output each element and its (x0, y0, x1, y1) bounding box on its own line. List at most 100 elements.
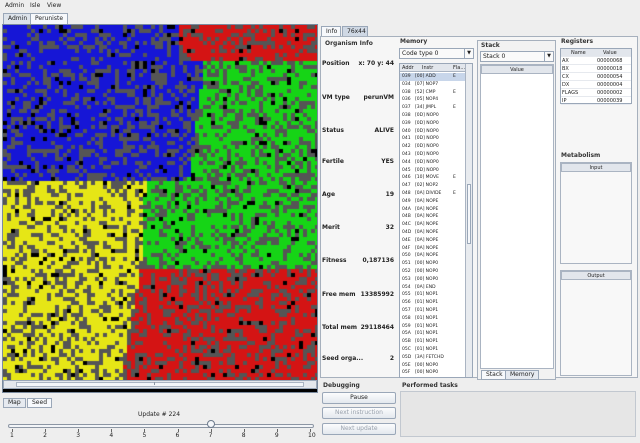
performed-tasks-title: Performed tasks (402, 382, 458, 389)
col-addr: Addr (402, 65, 414, 71)
memory-instr-cell: [01] NOP1 (415, 292, 439, 298)
code-type-value: Code type 0 (402, 50, 439, 57)
memory-row[interactable]: 054 [0A] END (400, 284, 466, 292)
tab-organism-coords[interactable]: 76x44 (342, 26, 368, 36)
memory-row[interactable]: 05A [01] NOP1 (400, 330, 466, 338)
register-row[interactable]: IP 00000039 (561, 97, 631, 105)
memory-addr-cell: 057 (402, 308, 411, 313)
next-update-button[interactable]: Next update (322, 423, 396, 435)
menu-admin[interactable]: Admin (5, 2, 24, 9)
memory-addr-cell: 041 (402, 136, 411, 142)
stack-select[interactable]: Stack 0 ▼ (480, 51, 554, 62)
memory-row[interactable]: 04A [0A] NOPE (400, 206, 466, 214)
memory-row[interactable]: 053 [00] NOP0 (400, 276, 466, 284)
memory-addr-cell: 059 (402, 323, 411, 329)
tab-info[interactable]: Info (321, 26, 341, 36)
memory-row[interactable]: 039 [0D] NOP0 (400, 120, 466, 128)
memory-instr-cell: [00] NOP0 (415, 362, 439, 368)
memory-row[interactable]: 058 [01] NOP1 (400, 315, 466, 323)
memory-row[interactable]: 05F [00] NOP0 (400, 369, 466, 377)
registers-table[interactable]: Name Value AX 00000068 BX 00000018 CX 0000005… (560, 48, 632, 105)
slider-tick-label: 1 (10, 432, 14, 439)
memory-row[interactable]: 036 [05] NOP4 (400, 96, 466, 104)
memory-row[interactable]: 047 [02] NOP2 (400, 182, 466, 190)
memory-row[interactable]: 056 [01] NOP1 (400, 299, 466, 307)
register-value-cell: 00000018 (597, 66, 623, 72)
pause-button[interactable]: Pause (322, 392, 396, 404)
register-row[interactable]: BX 00000018 (561, 65, 631, 73)
organism-info-title: Organism Info (325, 40, 373, 47)
memory-instr-cell: [01] NOP1 (415, 315, 439, 321)
tab-admin[interactable]: Admin (3, 13, 33, 24)
memory-row[interactable]: 049 [0A] NOPE (400, 198, 466, 206)
memory-addr-cell: 055 (402, 292, 411, 298)
memory-row[interactable]: 04E [0A] NOPE (400, 237, 466, 245)
memory-addr-cell: 05D (402, 354, 412, 360)
memory-row[interactable]: 042 [0D] NOP0 (400, 143, 466, 151)
memory-row[interactable]: 043 [0D] NOP0 (400, 151, 466, 159)
memory-row[interactable]: 038 [0D] NOP0 (400, 112, 466, 120)
memory-row[interactable]: 04D [0A] NOPE (400, 229, 466, 237)
stack-table[interactable]: Value (480, 64, 554, 369)
code-type-select[interactable]: Code type 0 ▼ (399, 48, 474, 59)
memory-row[interactable]: 040 [0D] NOP0 (400, 128, 466, 136)
world-horizontal-scrollbar[interactable] (3, 380, 317, 389)
menu-view[interactable]: View (47, 2, 61, 9)
scrollbar-thumb[interactable] (16, 382, 304, 387)
col-instr: Instr (422, 65, 434, 71)
organism-field-value: YES (381, 158, 394, 165)
memory-row[interactable]: 04B [0A] NOPE (400, 213, 466, 221)
organism-field-value: 19 (385, 191, 394, 198)
memory-row[interactable]: 050 [0A] NOPE (400, 252, 466, 260)
world-map-view[interactable] (2, 24, 318, 393)
scrollbar-thumb[interactable] (467, 184, 471, 244)
memory-row[interactable]: 04C [0A] NOPE (400, 221, 466, 229)
memory-row[interactable]: 04F [0A] NOPE (400, 245, 466, 253)
memory-instr-cell: [00] ADD (415, 74, 436, 79)
memory-row[interactable]: 038 [52] CMP E (400, 89, 466, 97)
memory-row[interactable]: 046 [10] MOVE E (400, 174, 466, 182)
memory-row[interactable]: 039 [00] ADD E (400, 73, 466, 81)
world-map-canvas[interactable] (3, 25, 317, 380)
stack-select-value: Stack 0 (483, 53, 506, 60)
memory-row[interactable]: 041 [0D] NOP0 (400, 135, 466, 143)
memory-row[interactable]: 05E [00] NOP0 (400, 362, 466, 370)
memory-row[interactable]: 052 [00] NOP0 (400, 268, 466, 276)
register-row[interactable]: AX 00000068 (561, 57, 631, 65)
organism-field-value: 32 (385, 224, 394, 231)
memory-row[interactable]: 045 [0D] NOP0 (400, 167, 466, 175)
memory-vertical-scrollbar[interactable] (465, 64, 472, 377)
memory-row[interactable]: 034 [07] NOP7 (400, 81, 466, 89)
menu-isle[interactable]: Isle (30, 2, 40, 9)
tab-map[interactable]: Map (3, 398, 26, 408)
memory-row[interactable]: 055 [01] NOP1 (400, 291, 466, 299)
memory-addr-cell: 05B (402, 339, 411, 345)
memory-addr-cell: 045 (402, 167, 411, 173)
memory-row[interactable]: 048 [0A] DIVIDE E (400, 190, 466, 198)
speed-slider-track[interactable] (8, 424, 314, 428)
chevron-down-icon: ▼ (464, 49, 473, 58)
slider-tick-label: 10 (308, 432, 316, 439)
memory-row[interactable]: 037 [34] JMPL E (400, 104, 466, 112)
memory-instr-cell: [0A] NOPE (415, 253, 439, 259)
register-row[interactable]: FLAGS 00000002 (561, 89, 631, 97)
tab-stack[interactable]: Stack (481, 370, 508, 380)
next-instruction-button[interactable]: Next instruction (322, 407, 396, 419)
tab-peruniste[interactable]: Peruniste (30, 13, 69, 24)
memory-row[interactable]: 05B [01] NOP1 (400, 338, 466, 346)
col-value: Value (603, 50, 617, 56)
speed-slider-knob[interactable] (206, 420, 215, 428)
memory-row[interactable]: 044 [0D] NOP0 (400, 159, 466, 167)
memory-table[interactable]: Addr Instr Fla... 039 [00] ADD E 034 [07] NO… (399, 63, 473, 378)
tab-memory[interactable]: Memory (505, 370, 540, 380)
memory-row[interactable]: 05C [01] NOP1 (400, 346, 466, 354)
scrollbar-grip-icon (154, 382, 156, 385)
register-row[interactable]: CX 00000054 (561, 73, 631, 81)
memory-row[interactable]: 059 [01] NOP1 (400, 323, 466, 331)
register-name-cell: FLAGS (562, 90, 579, 96)
register-row[interactable]: DX 00000004 (561, 81, 631, 89)
memory-row[interactable]: 057 [01] NOP1 (400, 307, 466, 315)
memory-row[interactable]: 051 [00] NOP0 (400, 260, 466, 268)
tab-seed[interactable]: Seed (27, 398, 52, 408)
memory-row[interactable]: 05D [3A] FETCHD (400, 354, 466, 362)
